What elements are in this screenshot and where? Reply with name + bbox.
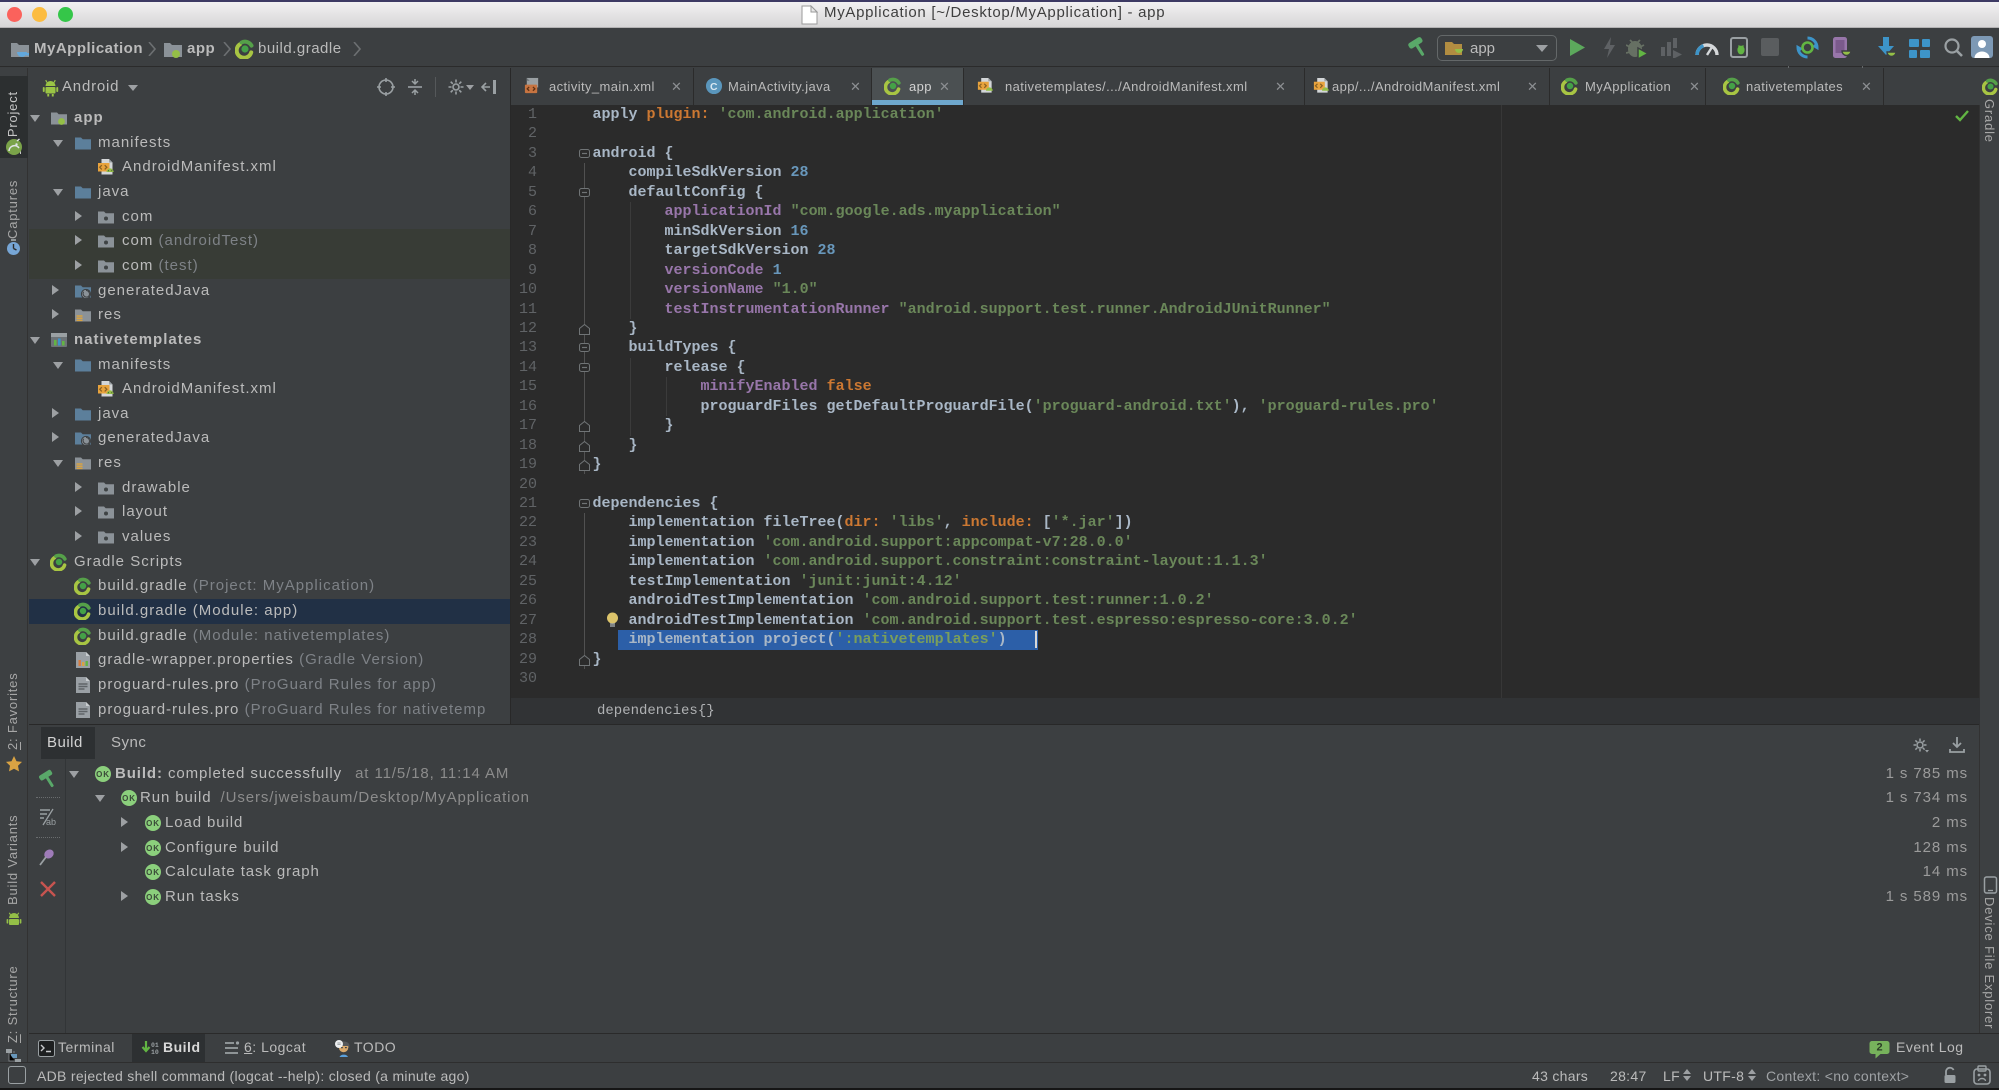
svg-text:OK: OK [122,794,136,803]
svg-text:2: 2 [1876,1042,1882,1054]
svg-text:OK: OK [146,868,160,877]
svg-text:C: C [710,82,718,93]
svg-text:01: 01 [151,1042,159,1049]
svg-text:OK: OK [146,819,160,828]
svg-text:OK: OK [146,844,160,853]
svg-text:OK: OK [96,770,110,779]
svg-text:10: 10 [151,1049,159,1056]
svg-text:OK: OK [146,893,160,902]
